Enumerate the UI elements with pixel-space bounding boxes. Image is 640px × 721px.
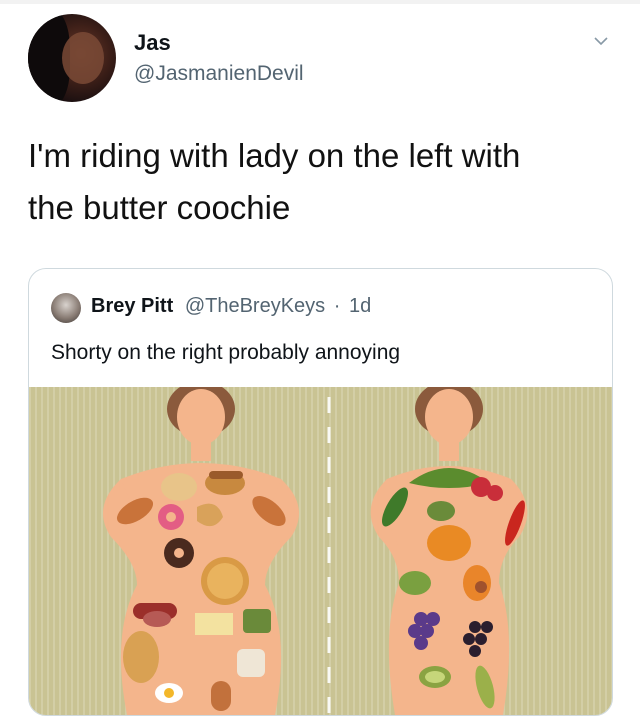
tweet-text-line: the butter coochie	[28, 189, 291, 226]
quoted-timestamp[interactable]: 1d	[349, 295, 371, 317]
avatar[interactable]	[28, 14, 116, 102]
top-divider	[0, 0, 640, 4]
tweet-text-line: I'm riding with lady on the left with	[28, 137, 521, 174]
avatar-face	[62, 32, 104, 84]
quoted-tweet-text: Shorty on the right probably annoying	[51, 341, 401, 364]
quoted-author-name[interactable]: Brey Pitt	[91, 295, 173, 317]
quoted-tweet[interactable]: Brey Pitt @TheBreyKeys · 1d Shorty on th…	[28, 268, 613, 716]
quoted-avatar[interactable]	[51, 293, 81, 323]
separator-dot: ·	[333, 295, 341, 317]
quoted-author-handle[interactable]: @TheBreyKeys	[185, 295, 325, 317]
right-figure	[370, 387, 528, 715]
chevron-down-icon[interactable]	[594, 34, 608, 48]
author-handle[interactable]: @JasmanienDevil	[134, 62, 304, 86]
quoted-image[interactable]	[29, 387, 612, 715]
author-name[interactable]: Jas	[134, 30, 171, 56]
left-figure	[103, 387, 299, 715]
tweet-text: I'm riding with lady on the left with th…	[28, 130, 618, 234]
body-food-illustration	[103, 387, 528, 715]
quoted-header: Brey Pitt @TheBreyKeys · 1d	[91, 295, 371, 318]
